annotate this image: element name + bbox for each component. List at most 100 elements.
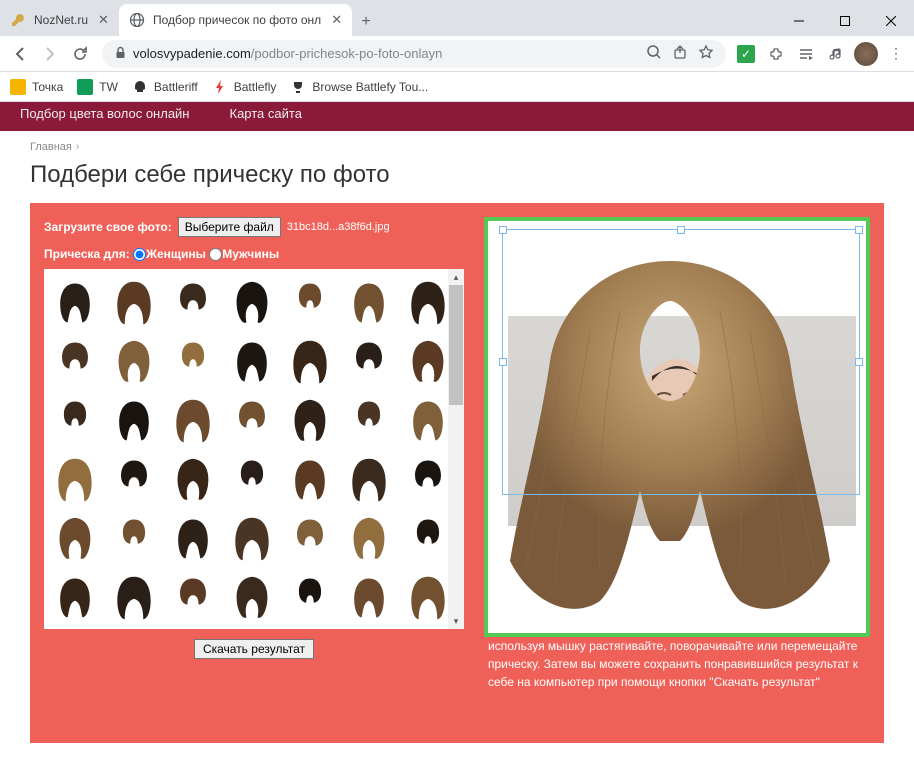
main-panel: Загрузите свое фото: Выберите файл 31bc1… (30, 203, 884, 743)
page-content: Подбор цвета волос онлайн Карта сайта Гл… (0, 102, 914, 743)
hairstyle-thumb[interactable] (344, 275, 394, 330)
hairstyle-thumb[interactable] (285, 393, 335, 448)
bookmark-battlefy[interactable]: Browse Battlefy Tou... (290, 79, 428, 95)
close-window-button[interactable] (868, 6, 914, 36)
maximize-button[interactable] (822, 6, 868, 36)
hairstyle-thumb[interactable] (403, 452, 453, 507)
hairstyle-thumb[interactable] (403, 511, 453, 566)
hairstyle-thumb[interactable] (227, 570, 277, 625)
new-tab-button[interactable]: + (352, 8, 380, 36)
forward-button[interactable] (36, 40, 64, 68)
gender-women-radio[interactable] (133, 248, 146, 261)
hairstyle-thumb[interactable] (285, 570, 335, 625)
close-icon[interactable]: ✕ (98, 12, 109, 28)
gender-men-radio[interactable] (209, 248, 222, 261)
hairstyle-thumb[interactable] (50, 452, 100, 507)
back-button[interactable] (6, 40, 34, 68)
hairstyle-thumb[interactable] (403, 570, 453, 625)
hairstyle-thumb[interactable] (168, 452, 218, 507)
gender-men[interactable]: Мужчины (209, 247, 279, 261)
tab-noznet[interactable]: NozNet.ru ✕ (0, 4, 119, 36)
hairstyle-thumb[interactable] (285, 334, 335, 389)
hairstyle-thumb[interactable] (344, 393, 394, 448)
hairstyle-thumb[interactable] (344, 511, 394, 566)
site-nav: Подбор цвета волос онлайн Карта сайта (0, 102, 914, 131)
tab-podbor[interactable]: Подбор причесок по фото онл ✕ (119, 4, 352, 36)
minimize-button[interactable] (776, 6, 822, 36)
hairstyle-thumb[interactable] (109, 570, 159, 625)
hairstyle-thumb[interactable] (168, 393, 218, 448)
scroll-down-button[interactable]: ▾ (448, 613, 464, 629)
hairstyle-thumb[interactable] (109, 334, 159, 389)
gender-women[interactable]: Женщины (133, 247, 206, 261)
hairstyle-thumb[interactable] (109, 511, 159, 566)
hairstyle-thumb[interactable] (403, 334, 453, 389)
bookmarks-bar: Точка TW Battleriff Battlefly Browse Bat… (0, 72, 914, 102)
hairstyle-thumb[interactable] (344, 334, 394, 389)
hairstyle-thumb[interactable] (344, 570, 394, 625)
resize-handle-n[interactable] (677, 226, 685, 234)
hairstyle-thumb[interactable] (227, 452, 277, 507)
breadcrumb: Главная› (0, 131, 914, 157)
selection-box[interactable] (502, 229, 860, 495)
nav-link[interactable]: Карта сайта (230, 106, 302, 121)
playlist-icon[interactable] (794, 42, 818, 66)
share-icon[interactable] (672, 44, 688, 63)
hairstyle-thumb[interactable] (285, 511, 335, 566)
nav-link[interactable]: Подбор цвета волос онлайн (20, 106, 190, 121)
hairstyle-thumb[interactable] (403, 275, 453, 330)
hairstyle-thumb[interactable] (227, 275, 277, 330)
bookmark-battleriff[interactable]: Battleriff (132, 79, 198, 95)
hairstyle-thumb[interactable] (50, 393, 100, 448)
extension-check-icon[interactable]: ✓ (734, 42, 758, 66)
scroll-up-button[interactable]: ▴ (448, 269, 464, 285)
hairstyle-thumb[interactable] (168, 511, 218, 566)
profile-avatar[interactable] (854, 42, 878, 66)
filename-text: 31bc18d...a38f6d.jpg (287, 221, 390, 233)
resize-handle-ne[interactable] (855, 226, 863, 234)
bookmark-battlefly[interactable]: Battlefly (212, 79, 277, 95)
hairstyle-thumb[interactable] (109, 393, 159, 448)
bolt-icon (212, 79, 228, 95)
hairstyle-thumb[interactable] (285, 452, 335, 507)
trophy-icon (290, 79, 306, 95)
star-icon[interactable] (698, 44, 714, 63)
browser-titlebar: NozNet.ru ✕ Подбор причесок по фото онл … (0, 0, 914, 36)
hairstyle-thumb[interactable] (50, 275, 100, 330)
reload-button[interactable] (66, 40, 94, 68)
browser-toolbar: volosvypadenie.com/podbor-prichesok-po-f… (0, 36, 914, 72)
preview-frame[interactable] (484, 217, 870, 637)
close-icon[interactable]: ✕ (331, 12, 342, 28)
menu-icon[interactable]: ⋮ (884, 42, 908, 66)
hairstyle-thumb[interactable] (227, 334, 277, 389)
music-icon[interactable] (824, 42, 848, 66)
hairstyle-thumb[interactable] (168, 570, 218, 625)
hairstyle-thumb[interactable] (285, 275, 335, 330)
bookmark-tochka[interactable]: Точка (10, 79, 63, 95)
scroll-thumb[interactable] (449, 285, 463, 405)
zoom-icon[interactable] (646, 44, 662, 63)
hairstyle-thumb[interactable] (344, 452, 394, 507)
hairstyle-thumb[interactable] (227, 511, 277, 566)
hairstyle-thumb[interactable] (109, 452, 159, 507)
hairstyle-thumb[interactable] (50, 570, 100, 625)
resize-handle-e[interactable] (855, 358, 863, 366)
resize-handle-nw[interactable] (499, 226, 507, 234)
hairstyle-thumb[interactable] (168, 334, 218, 389)
hairstyle-thumb[interactable] (227, 393, 277, 448)
hairstyle-thumb[interactable] (50, 334, 100, 389)
address-bar[interactable]: volosvypadenie.com/podbor-prichesok-po-f… (102, 40, 726, 68)
resize-handle-w[interactable] (499, 358, 507, 366)
scrollbar[interactable]: ▴ ▾ (448, 269, 464, 629)
hairstyle-thumb[interactable] (50, 511, 100, 566)
page-title: Подбери себе прическу по фото (0, 157, 914, 203)
hairstyle-thumb[interactable] (403, 393, 453, 448)
breadcrumb-home[interactable]: Главная (30, 141, 72, 153)
hairstyle-thumb[interactable] (168, 275, 218, 330)
bookmark-tw[interactable]: TW (77, 79, 118, 95)
wrench-icon (10, 12, 26, 28)
hairstyle-thumb[interactable] (109, 275, 159, 330)
download-button[interactable]: Скачать результат (194, 639, 314, 659)
choose-file-button[interactable]: Выберите файл (178, 217, 281, 237)
extensions-icon[interactable] (764, 42, 788, 66)
